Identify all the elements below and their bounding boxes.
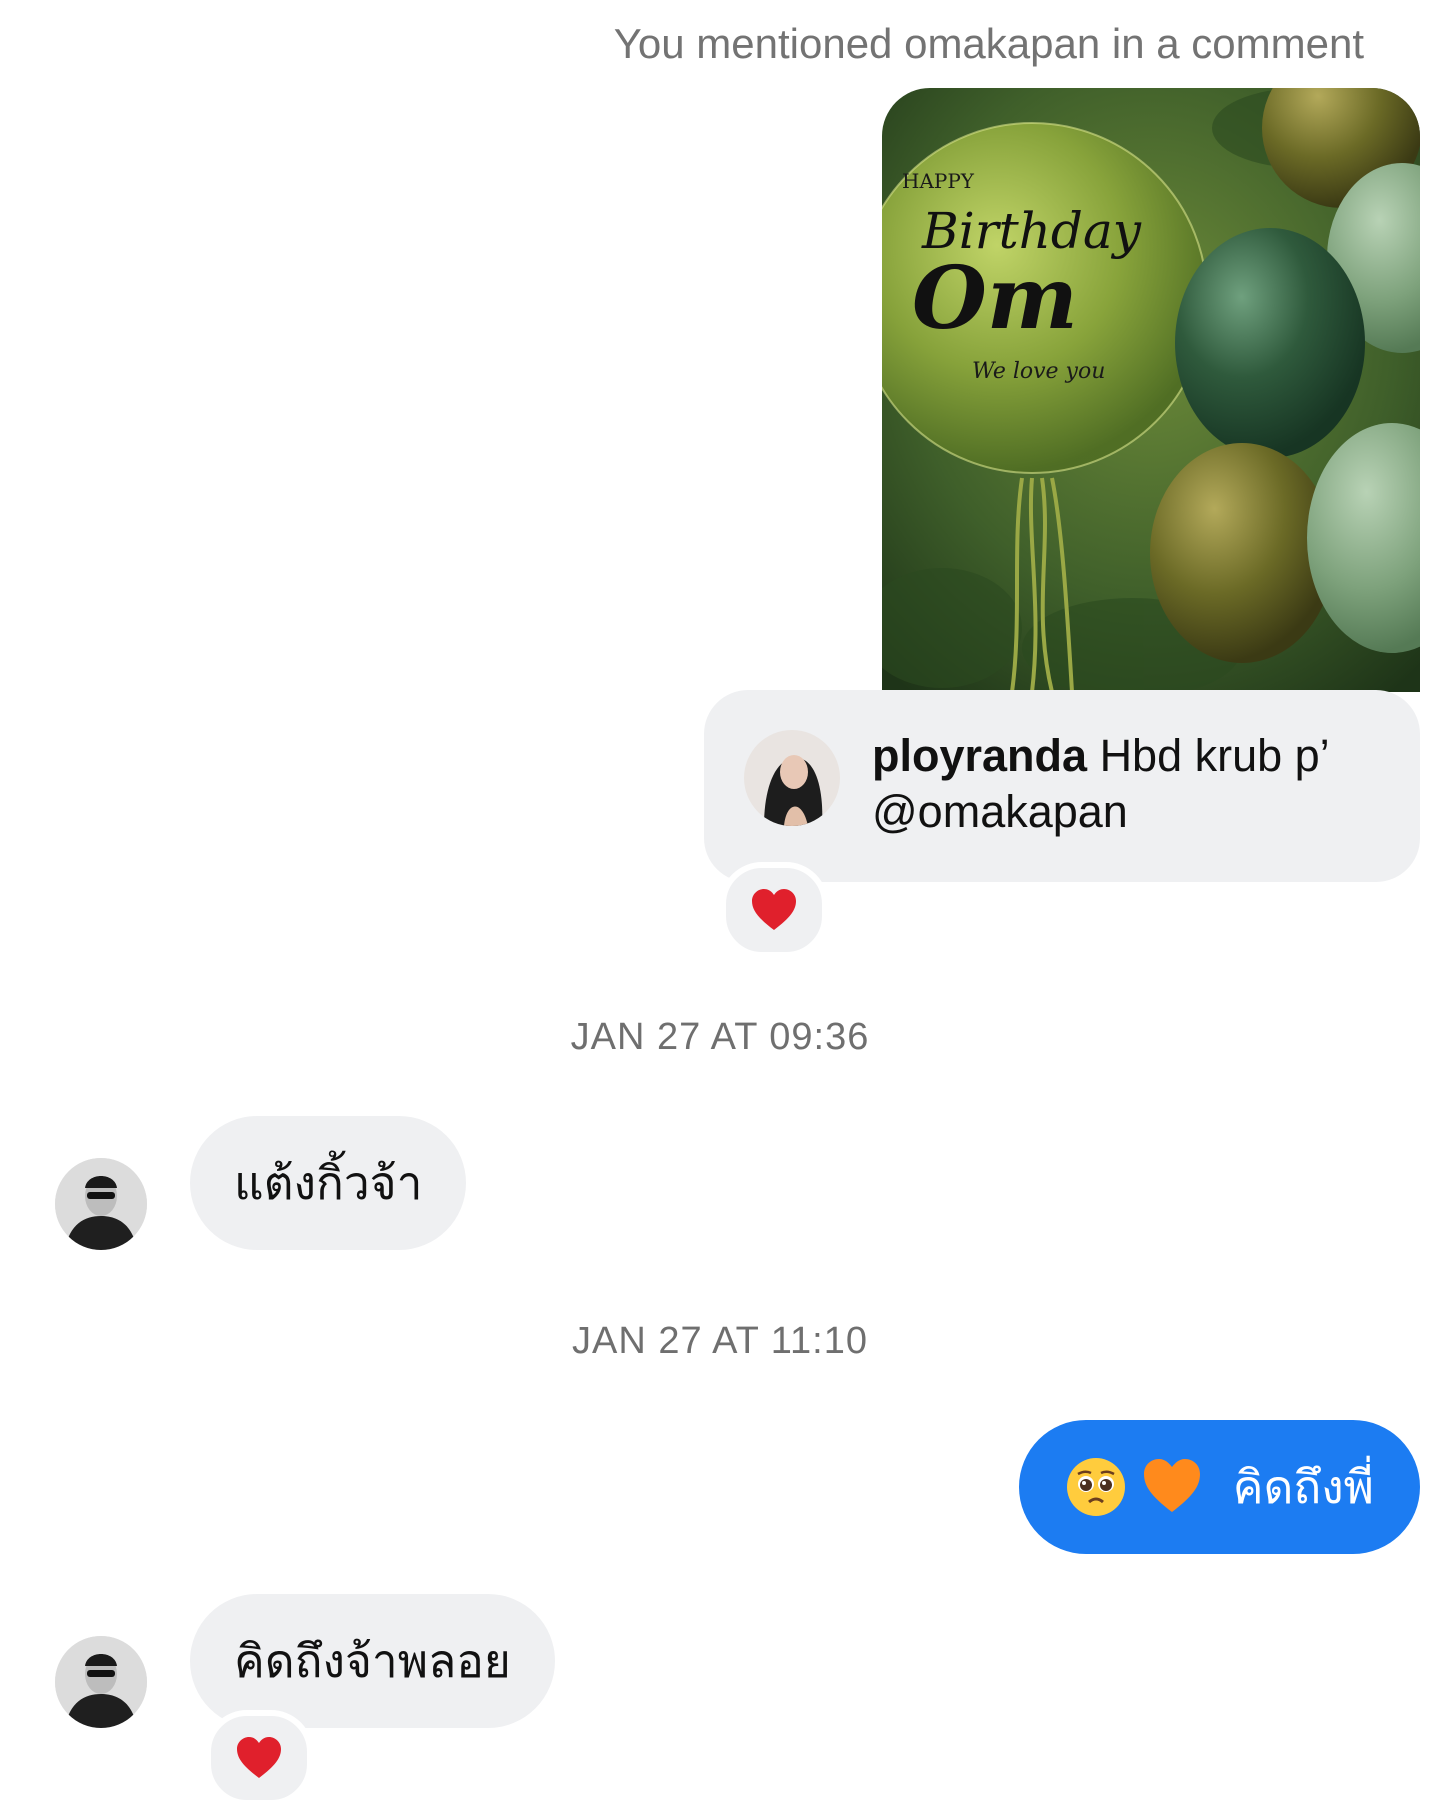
pleading-face-icon [1065,1456,1127,1518]
image-text-name: Om [912,248,1078,349]
orange-heart-icon [1141,1456,1203,1518]
mentioned-comment-card[interactable]: ployranda Hbd krub p’ @omakapan [704,690,1420,882]
image-text-love: We love you [972,359,1105,384]
shared-post-image[interactable]: HAPPY Birthday Om We love you [882,88,1420,692]
message-reaction[interactable] [205,1710,313,1806]
message-text: คิดถึงจ้าพลอย [234,1633,511,1688]
comment-text: ployranda Hbd krub p’ @omakapan [872,728,1384,840]
comment-username[interactable]: ployranda [872,730,1087,781]
message-bubble-incoming[interactable]: คิดถึงจ้าพลอย [190,1594,555,1728]
message-text: คิดถึงพี่ [1232,1459,1374,1514]
mention-note: You mentioned omakapan in a comment [613,20,1364,67]
message-bubble-incoming[interactable]: แต้งกิ้วจ้า [190,1116,467,1250]
message-bubble-outgoing[interactable]: คิดถึงพี่ [1018,1420,1420,1554]
heart-icon [752,889,796,930]
heart-icon [237,1737,281,1778]
sender-avatar[interactable] [55,1158,147,1250]
image-text-happy: HAPPY [902,169,975,193]
comment-reaction[interactable] [720,862,828,958]
commenter-avatar[interactable] [744,730,840,826]
timestamp: JAN 27 AT 09:36 [570,1016,870,1058]
message-text: แต้งกิ้วจ้า [234,1155,423,1210]
timestamp: JAN 27 AT 11:10 [572,1320,868,1362]
sender-avatar[interactable] [55,1636,147,1728]
